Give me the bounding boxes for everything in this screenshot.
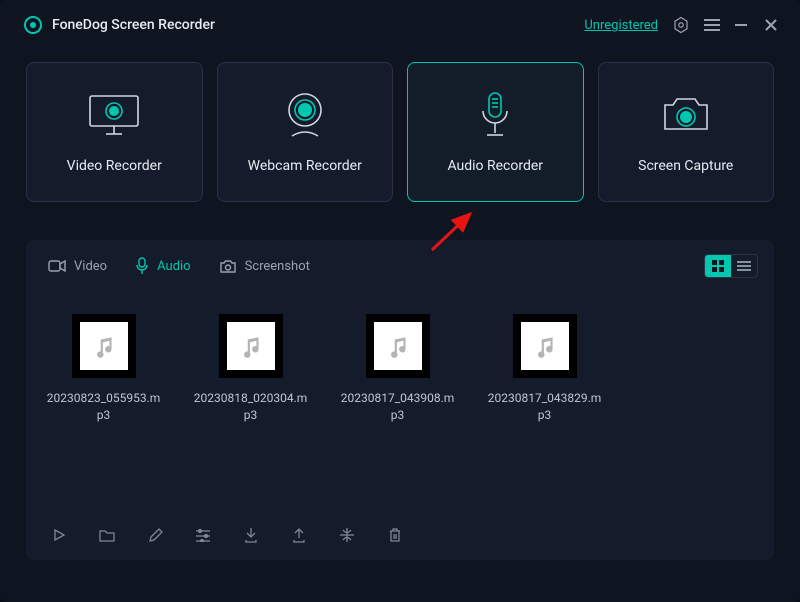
music-note-icon	[532, 333, 558, 359]
music-note-icon	[238, 333, 264, 359]
play-button[interactable]	[48, 524, 70, 546]
file-thumbnail	[366, 314, 430, 378]
close-button[interactable]	[764, 18, 780, 32]
tab-video[interactable]: Video	[48, 259, 107, 274]
file-thumbnail	[513, 314, 577, 378]
tab-label: Video	[74, 259, 107, 274]
card-label: Audio Recorder	[447, 158, 543, 174]
music-note-icon	[91, 333, 117, 359]
recordings-panel: Video Audio Screenshot	[26, 240, 774, 560]
file-thumbnail	[72, 314, 136, 378]
app-window: FoneDog Screen Recorder Unregistered	[0, 0, 800, 602]
import-button[interactable]	[240, 524, 262, 546]
trim-button[interactable]	[336, 524, 358, 546]
audio-recorder-card[interactable]: Audio Recorder	[407, 62, 584, 202]
feature-cards: Video Recorder Webcam Recorder	[0, 50, 800, 202]
file-name: 20230817_043829.mp3	[487, 390, 602, 424]
microphone-small-icon	[135, 257, 149, 275]
folder-icon	[99, 528, 115, 542]
settings-icon[interactable]	[672, 16, 690, 34]
card-label: Webcam Recorder	[248, 158, 362, 174]
edit-button[interactable]	[144, 524, 166, 546]
file-thumbnail	[219, 314, 283, 378]
file-toolbar	[26, 524, 774, 560]
webcam-recorder-card[interactable]: Webcam Recorder	[217, 62, 394, 202]
hamburger-menu-icon[interactable]	[704, 19, 720, 31]
file-item[interactable]: 20230817_043908.mp3	[340, 314, 455, 514]
tab-label: Screenshot	[245, 259, 310, 274]
file-item[interactable]: 20230823_055953.mp3	[46, 314, 161, 514]
video-recorder-card[interactable]: Video Recorder	[26, 62, 203, 202]
file-name: 20230818_020304.mp3	[193, 390, 308, 424]
list-view-button[interactable]	[731, 255, 757, 277]
file-item[interactable]: 20230817_043829.mp3	[487, 314, 602, 514]
app-logo-icon	[24, 16, 42, 34]
trash-icon	[388, 527, 402, 543]
titlebar-right: Unregistered	[584, 16, 780, 34]
card-label: Screen Capture	[638, 158, 733, 174]
file-name: 20230817_043908.mp3	[340, 390, 455, 424]
play-icon	[52, 528, 66, 542]
video-camera-icon	[48, 259, 66, 273]
monitor-icon	[86, 90, 142, 140]
tabs-row: Video Audio Screenshot	[26, 240, 774, 286]
open-folder-button[interactable]	[96, 524, 118, 546]
file-name: 20230823_055953.mp3	[46, 390, 161, 424]
tab-screenshot[interactable]: Screenshot	[219, 259, 310, 274]
microphone-icon	[475, 90, 515, 140]
webcam-icon	[282, 90, 328, 140]
download-icon	[244, 527, 258, 543]
app-title: FoneDog Screen Recorder	[52, 17, 215, 33]
tab-label: Audio	[157, 259, 190, 274]
file-grid: 20230823_055953.mp3 20230818_020304.mp3 …	[26, 286, 774, 524]
delete-button[interactable]	[384, 524, 406, 546]
upload-icon	[292, 527, 306, 543]
card-label: Video Recorder	[67, 158, 162, 174]
titlebar: FoneDog Screen Recorder Unregistered	[0, 0, 800, 50]
unregistered-link[interactable]: Unregistered	[584, 18, 658, 33]
grid-view-button[interactable]	[705, 255, 731, 277]
sliders-icon	[195, 528, 211, 542]
tab-audio[interactable]: Audio	[135, 257, 190, 275]
export-button[interactable]	[288, 524, 310, 546]
cut-icon	[339, 527, 355, 543]
pencil-icon	[148, 528, 163, 543]
titlebar-left: FoneDog Screen Recorder	[24, 16, 215, 34]
screen-capture-card[interactable]: Screen Capture	[598, 62, 775, 202]
settings-sliders-button[interactable]	[192, 524, 214, 546]
minimize-button[interactable]	[734, 18, 750, 32]
music-note-icon	[385, 333, 411, 359]
list-icon	[737, 260, 751, 272]
file-item[interactable]: 20230818_020304.mp3	[193, 314, 308, 514]
grid-icon	[712, 260, 724, 272]
tabs: Video Audio Screenshot	[48, 257, 310, 275]
view-toggle	[704, 254, 758, 278]
camera-small-icon	[219, 259, 237, 274]
camera-icon	[659, 90, 713, 140]
